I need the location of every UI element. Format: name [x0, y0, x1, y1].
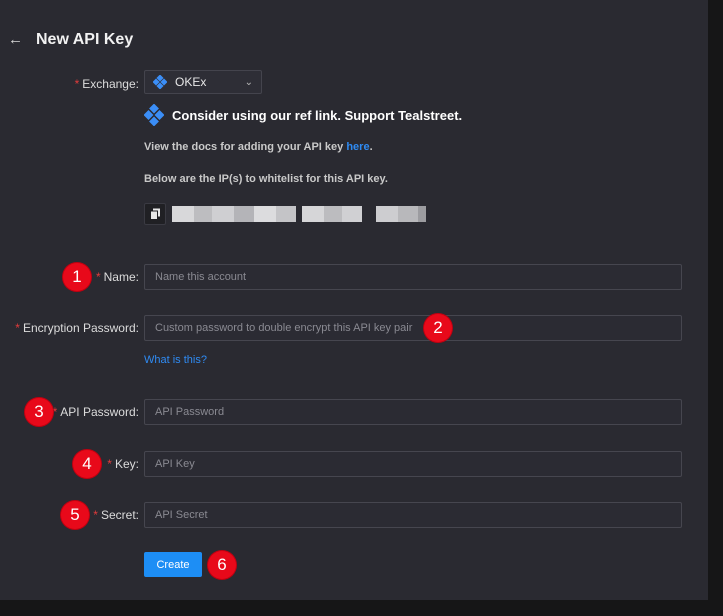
chevron-down-icon: ⌄ [244, 76, 253, 88]
scrollbar[interactable] [708, 0, 723, 616]
ip-list-redacted [172, 206, 426, 222]
name-label: * Name: [95, 270, 139, 284]
bottom-strip [0, 600, 708, 616]
what-is-this-link[interactable]: What is this? [144, 354, 207, 366]
create-button[interactable]: Create [144, 552, 202, 577]
docs-here-link[interactable]: here [346, 141, 369, 153]
annotation-marker-5: 5 [61, 501, 89, 529]
page-header: ← New API Key [8, 29, 133, 51]
exchange-value: OKEx [175, 75, 207, 89]
exchange-label: * Exchange: [74, 77, 139, 91]
annotation-marker-1: 1 [63, 263, 91, 291]
ref-banner: Consider using our ref link. Support Tea… [144, 104, 462, 126]
copy-icon[interactable] [144, 203, 166, 225]
api-password-input[interactable] [144, 399, 682, 425]
tealstreet-diamond-icon [144, 104, 164, 126]
api-key-input[interactable] [144, 451, 682, 477]
api-password-label: * API Password: [52, 405, 139, 419]
secret-label: * Secret: [93, 508, 139, 522]
annotation-marker-4: 4 [73, 450, 101, 478]
ip-note: Below are the IP(s) to whitelist for thi… [144, 173, 388, 185]
key-label: * Key: [107, 457, 139, 471]
annotation-marker-2: 2 [424, 314, 452, 342]
arrow-left-icon[interactable]: ← [8, 32, 24, 48]
annotation-marker-3: 3 [25, 398, 53, 426]
page-title: New API Key [36, 31, 134, 48]
ip-whitelist-row [144, 203, 426, 225]
okx-diamond-icon [153, 75, 167, 89]
name-input[interactable] [144, 264, 682, 290]
ref-banner-text: Consider using our ref link. Support Tea… [172, 107, 463, 123]
encryption-password-label: * Encryption Password: [15, 321, 139, 335]
annotation-marker-6: 6 [208, 551, 236, 579]
docs-note: View the docs for adding your API key he… [144, 141, 373, 153]
encryption-password-input[interactable] [144, 315, 682, 341]
api-secret-input[interactable] [144, 502, 682, 528]
exchange-select[interactable]: OKEx ⌄ [144, 70, 262, 94]
